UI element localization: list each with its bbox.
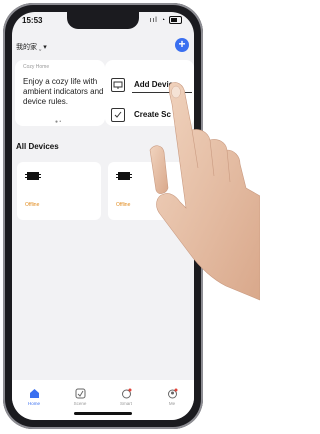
device-status: Offline [116, 202, 131, 208]
home-indicator [74, 412, 132, 415]
add-device-icon [111, 78, 125, 92]
home-selector[interactable]: 我的家 ˬ ▾ [16, 42, 47, 52]
menu-item-label: Add Device [134, 80, 178, 89]
tab-me[interactable]: Me [152, 388, 192, 406]
smart-icon [121, 388, 131, 399]
menu-divider [132, 92, 192, 93]
create-scene-icon [111, 108, 125, 122]
tab-label: Home [27, 401, 40, 406]
device-status: Offline [25, 202, 40, 208]
scene-card-description: Enjoy a cozy life with ambient indicator… [23, 77, 104, 106]
scene-icon [75, 388, 85, 399]
section-title: All Devices [16, 142, 59, 151]
add-button[interactable]: + [175, 38, 189, 52]
scene-card[interactable]: Cozy Home Enjoy a cozy life with ambient… [15, 60, 105, 126]
signal-icon: ııl [149, 16, 158, 24]
add-menu-popup: Add Device Create Sc [105, 60, 194, 126]
device-card[interactable]: Offline [108, 162, 192, 220]
status-icons: ııl ◔ [149, 16, 182, 24]
scene-card-title: Cozy Home [23, 64, 50, 70]
app-screen: 15:53 ııl ◔ 我的家 ˬ ▾ + Cozy Home Enjoy a … [12, 12, 194, 420]
menu-item-add-device[interactable]: Add Device [105, 71, 194, 99]
tab-label: Smart [119, 401, 132, 406]
tab-label: Scene [73, 401, 87, 406]
menu-item-label: Create Sc [134, 110, 171, 119]
phone-notch [67, 12, 139, 29]
home-icon [29, 389, 39, 398]
me-icon [167, 388, 177, 399]
phone-frame: 15:53 ııl ◔ 我的家 ˬ ▾ + Cozy Home Enjoy a … [3, 3, 203, 429]
status-time: 15:53 [22, 16, 43, 25]
wifi-icon: ◔ [160, 16, 167, 24]
tab-home[interactable]: Home [14, 388, 54, 406]
battery-icon [169, 16, 182, 24]
tab-label: Me [168, 401, 176, 406]
device-icon [116, 172, 132, 180]
tab-smart[interactable]: Smart [106, 388, 146, 406]
device-icon [25, 172, 41, 180]
tab-scene[interactable]: Scene [60, 388, 100, 406]
device-card[interactable]: Offline [17, 162, 101, 220]
menu-item-create-scene[interactable]: Create Sc [105, 101, 194, 129]
carousel-dots: ● • [55, 119, 62, 125]
